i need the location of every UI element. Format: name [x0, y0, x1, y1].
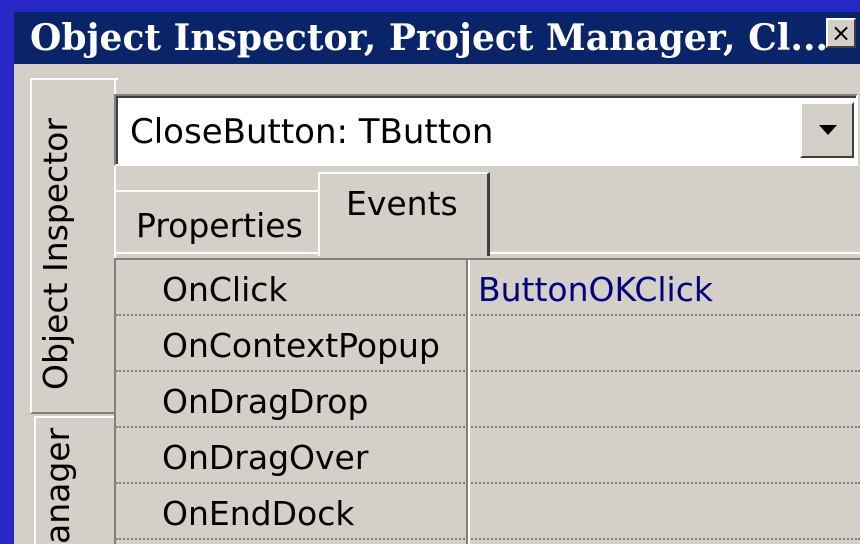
- component-selector-value: CloseButton: TButton: [130, 112, 494, 152]
- chevron-down-icon[interactable]: [800, 102, 854, 158]
- component-selector[interactable]: CloseButton: TButton: [114, 94, 858, 166]
- title-bar[interactable]: Object Inspector, Project Manager, Cl...…: [14, 12, 860, 64]
- table-row[interactable]: OnDragDrop: [116, 372, 860, 428]
- table-row[interactable]: OnDragOver: [116, 428, 860, 484]
- event-name: OnEndDock: [162, 494, 355, 533]
- event-name: OnDragDrop: [162, 382, 369, 421]
- column-divider-highlight: [468, 260, 470, 544]
- component-selector-frame: CloseButton: TButton: [116, 96, 856, 164]
- event-handler[interactable]: ButtonOKClick: [478, 270, 713, 309]
- side-tab-label: anager: [38, 427, 77, 544]
- tab-events[interactable]: Events: [318, 172, 490, 256]
- close-icon[interactable]: ×: [826, 18, 856, 48]
- event-name: OnDragOver: [162, 438, 369, 477]
- table-row[interactable]: OnContextPopup: [116, 316, 860, 372]
- object-inspector-window: Object Inspector, Project Manager, Cl...…: [14, 12, 860, 544]
- side-tab-label: Object Inspector: [36, 118, 75, 390]
- event-name: OnClick: [162, 270, 288, 309]
- events-grid: OnClick ButtonOKClick OnContextPopup OnD…: [114, 258, 860, 544]
- event-name: OnContextPopup: [162, 326, 440, 365]
- window-title: Object Inspector, Project Manager, Cl...: [30, 17, 829, 59]
- tab-properties[interactable]: Properties: [114, 190, 320, 252]
- table-row[interactable]: OnClick ButtonOKClick: [116, 260, 860, 316]
- table-row[interactable]: OnEndDock: [116, 484, 860, 540]
